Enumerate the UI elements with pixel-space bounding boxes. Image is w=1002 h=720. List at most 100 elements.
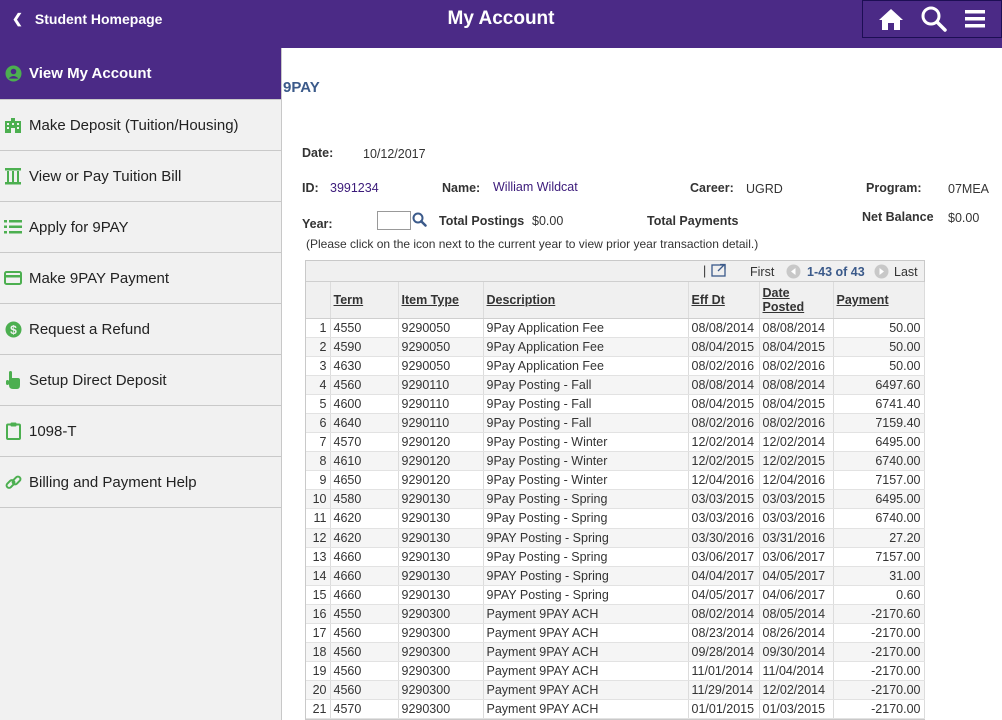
payment-header[interactable]: Payment [833,282,925,319]
row-number-cell: 19 [306,661,331,682]
table-row: 9 4650 9290120 9Pay Posting - Winter 12/04/2… [306,470,925,491]
year-label: Year: [302,217,333,231]
item-type-cell: 9290130 [398,489,484,510]
term-cell: 4620 [330,528,399,548]
description-header[interactable]: Description [483,282,689,319]
search-icon[interactable] [921,6,947,32]
term-cell: 4570 [330,699,399,720]
sidebar-item-label: Setup Direct Deposit [29,371,167,389]
sidebar-item-1098t[interactable]: 1098-T [0,406,281,457]
total-payments-label: Total Payments [647,214,739,228]
date-posted-cell: 08/05/2014 [759,604,834,625]
item-type-header[interactable]: Item Type [398,282,484,319]
expand-grid-icon[interactable] [711,263,727,280]
term-cell: 4550 [330,604,399,625]
item-type-cell: 9290120 [398,470,484,491]
description-cell: 9Pay Posting - Winter [483,470,689,491]
item-type-cell: 9290110 [398,375,484,395]
payment-cell: -2170.60 [833,604,925,625]
item-type-cell: 9290130 [398,585,484,605]
sidebar-item-billing-help[interactable]: Billing and Payment Help [0,457,281,508]
row-number-cell: 21 [306,699,331,720]
description-cell: 9PAY Posting - Spring [483,528,689,548]
item-type-cell: 9290110 [398,394,484,414]
sidebar-item-direct-deposit[interactable]: Setup Direct Deposit [0,355,281,406]
eff-date-cell: 08/02/2014 [688,604,760,625]
next-page-icon[interactable] [874,264,889,282]
year-input[interactable] [377,211,411,230]
eff-date-cell: 03/03/2015 [688,489,760,510]
item-type-cell: 9290050 [398,318,484,338]
section-title: 9PAY [283,79,320,96]
table-row: 21 4570 9290300 Payment 9PAY ACH 01/01/2015 0… [306,699,925,720]
item-type-cell: 9290300 [398,642,484,663]
term-cell: 4610 [330,451,399,472]
row-number-cell: 14 [306,566,331,586]
first-link[interactable]: First [750,265,774,279]
lookup-icon[interactable] [412,212,427,230]
term-cell: 4560 [330,661,399,682]
sidebar-item-make-deposit[interactable]: Make Deposit (Tuition/Housing) [0,100,281,151]
date-posted-cell: 04/06/2017 [759,585,834,605]
person-icon [3,64,23,84]
main-content: 9PAY Date: 10/12/2017 ID: 3991234 Name: … [283,48,1002,720]
sidebar-item-make-9pay-payment[interactable]: Make 9PAY Payment [0,253,281,304]
date-posted-cell: 04/05/2017 [759,566,834,586]
career-value: UGRD [746,182,783,196]
sidebar-item-label: Request a Refund [29,320,150,338]
item-type-cell: 9290300 [398,699,484,720]
payment-cell: -2170.00 [833,680,925,701]
back-button[interactable]: ❮ Student Homepage [12,0,162,38]
payment-cell: -2170.00 [833,699,925,720]
eff-date-cell: 03/06/2017 [688,547,760,567]
grid-navigation-bar: | First 1-43 of 43 Last [306,261,924,282]
menu-icon[interactable] [964,8,986,30]
date-posted-cell: 08/02/2016 [759,413,834,434]
home-icon[interactable] [878,7,904,31]
date-posted-cell: 12/02/2015 [759,451,834,472]
eff-date-cell: 08/08/2014 [688,375,760,395]
eff-date-cell: 12/02/2014 [688,432,760,453]
table-row: 17 4560 9290300 Payment 9PAY ACH 08/23/2014 0… [306,623,925,644]
item-type-cell: 9290110 [398,413,484,434]
last-link[interactable]: Last [894,265,918,279]
eff-dt-header[interactable]: Eff Dt [688,282,760,319]
previous-page-icon[interactable] [786,264,801,282]
description-cell: 9PAY Posting - Spring [483,585,689,605]
eff-date-cell: 01/01/2015 [688,699,760,720]
payment-cell: -2170.00 [833,623,925,644]
eff-date-cell: 08/02/2016 [688,356,760,376]
program-label: Program: [866,181,922,195]
table-row: 2 4590 9290050 9Pay Application Fee 08/04/20… [306,337,925,357]
sidebar-item-view-my-account[interactable]: View My Account [0,48,281,100]
item-type-cell: 9290130 [398,566,484,586]
date-posted-header[interactable]: Date Posted [759,282,834,319]
sidebar-item-apply-9pay[interactable]: Apply for 9PAY [0,202,281,253]
sidebar-item-view-pay-tuition[interactable]: View or Pay Tuition Bill [0,151,281,202]
column-label: Date Posted [762,285,805,314]
clipboard-icon [3,421,23,441]
row-number-cell: 4 [306,375,331,395]
link-icon [3,472,23,492]
id-value: 3991234 [330,181,379,195]
table-row: 15 4660 9290130 9PAY Posting - Spring 04/05/… [306,585,925,605]
date-posted-cell: 03/31/2016 [759,528,834,548]
payment-cell: 27.20 [833,528,925,548]
dollar-icon: $ [3,319,23,339]
date-posted-cell: 08/08/2014 [759,318,834,338]
sidebar-item-request-refund[interactable]: $ Request a Refund [0,304,281,355]
term-header[interactable]: Term [330,282,399,319]
table-row: 19 4560 9290300 Payment 9PAY ACH 11/01/2014 1… [306,661,925,682]
table-row: 10 4580 9290130 9Pay Posting - Spring 03/03/… [306,489,925,510]
term-cell: 4560 [330,623,399,644]
date-label: Date: [302,146,334,160]
date-value: 10/12/2017 [363,147,426,161]
net-balance-label: Net Balance [862,210,934,224]
table-row: 8 4610 9290120 9Pay Posting - Winter 12/02/2… [306,451,925,472]
item-type-cell: 9290120 [398,451,484,472]
row-number-cell: 11 [306,508,331,529]
sidebar-item-label: Make Deposit (Tuition/Housing) [29,116,239,134]
eff-date-cell: 04/05/2017 [688,585,760,605]
table-row: 3 4630 9290050 9Pay Application Fee 08/02/20… [306,356,925,376]
eff-date-cell: 09/28/2014 [688,642,760,663]
